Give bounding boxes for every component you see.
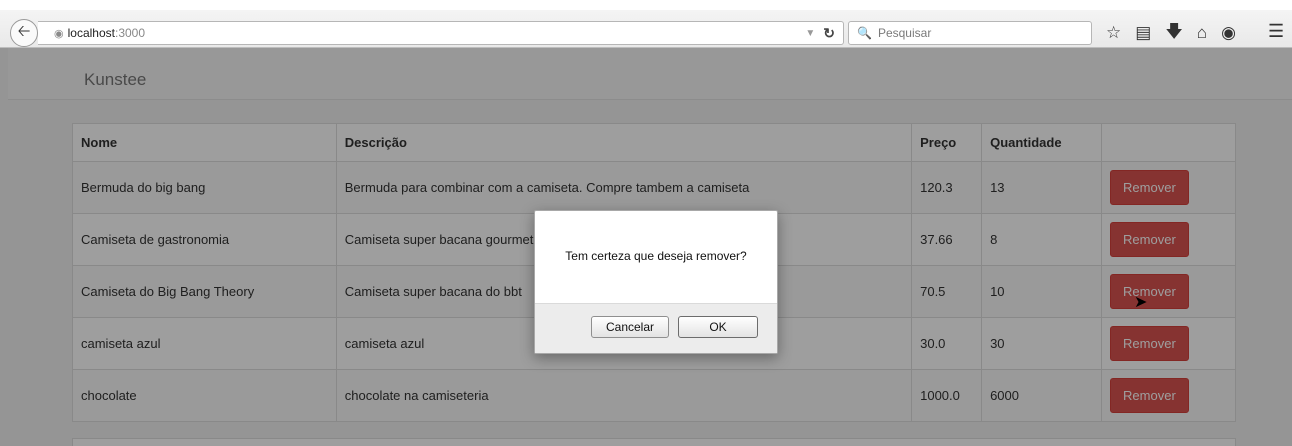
cancel-button[interactable]: Cancelar: [591, 316, 669, 338]
confirm-dialog: Tem certeza que deseja remover? Cancelar…: [534, 210, 778, 354]
reload-icon[interactable]: ↻: [823, 25, 835, 42]
search-icon: 🔍: [857, 26, 872, 40]
url-actions: ▼ ↻: [805, 25, 835, 42]
window-top-strip: [0, 0, 1292, 10]
hamburger-menu-icon[interactable]: ☰: [1268, 21, 1284, 42]
download-arrow-icon[interactable]: 🡇: [1165, 19, 1182, 48]
chat-bubble-icon[interactable]: ◉: [1221, 23, 1236, 43]
arrow-left-icon: 🡠: [17, 22, 31, 40]
url-bar[interactable]: ◉ localhost:3000 ▼ ↻: [38, 21, 844, 45]
url-host: localhost: [67, 26, 115, 40]
bookmarks-list-icon[interactable]: ▤: [1135, 23, 1151, 43]
mouse-pointer-icon: ➤: [1134, 294, 1148, 311]
url-text: localhost:3000: [68, 26, 145, 40]
dialog-message: Tem certeza que deseja remover?: [565, 249, 747, 263]
back-button[interactable]: 🡠: [10, 19, 38, 47]
dialog-footer: Cancelar OK: [535, 303, 777, 353]
search-placeholder: Pesquisar: [877, 26, 932, 40]
search-bar[interactable]: 🔍 Pesquisar: [848, 21, 1092, 45]
url-port: :3000: [114, 26, 146, 40]
toolbar-icons: ☆ ▤ 🡇 ⌂ ◉: [1106, 21, 1236, 45]
bookmark-star-icon[interactable]: ☆: [1106, 23, 1121, 43]
globe-icon: ◉: [54, 27, 64, 40]
ok-button[interactable]: OK: [678, 316, 758, 338]
url-history-dropdown-icon[interactable]: ▼: [805, 28, 815, 39]
home-icon[interactable]: ⌂: [1197, 23, 1207, 43]
